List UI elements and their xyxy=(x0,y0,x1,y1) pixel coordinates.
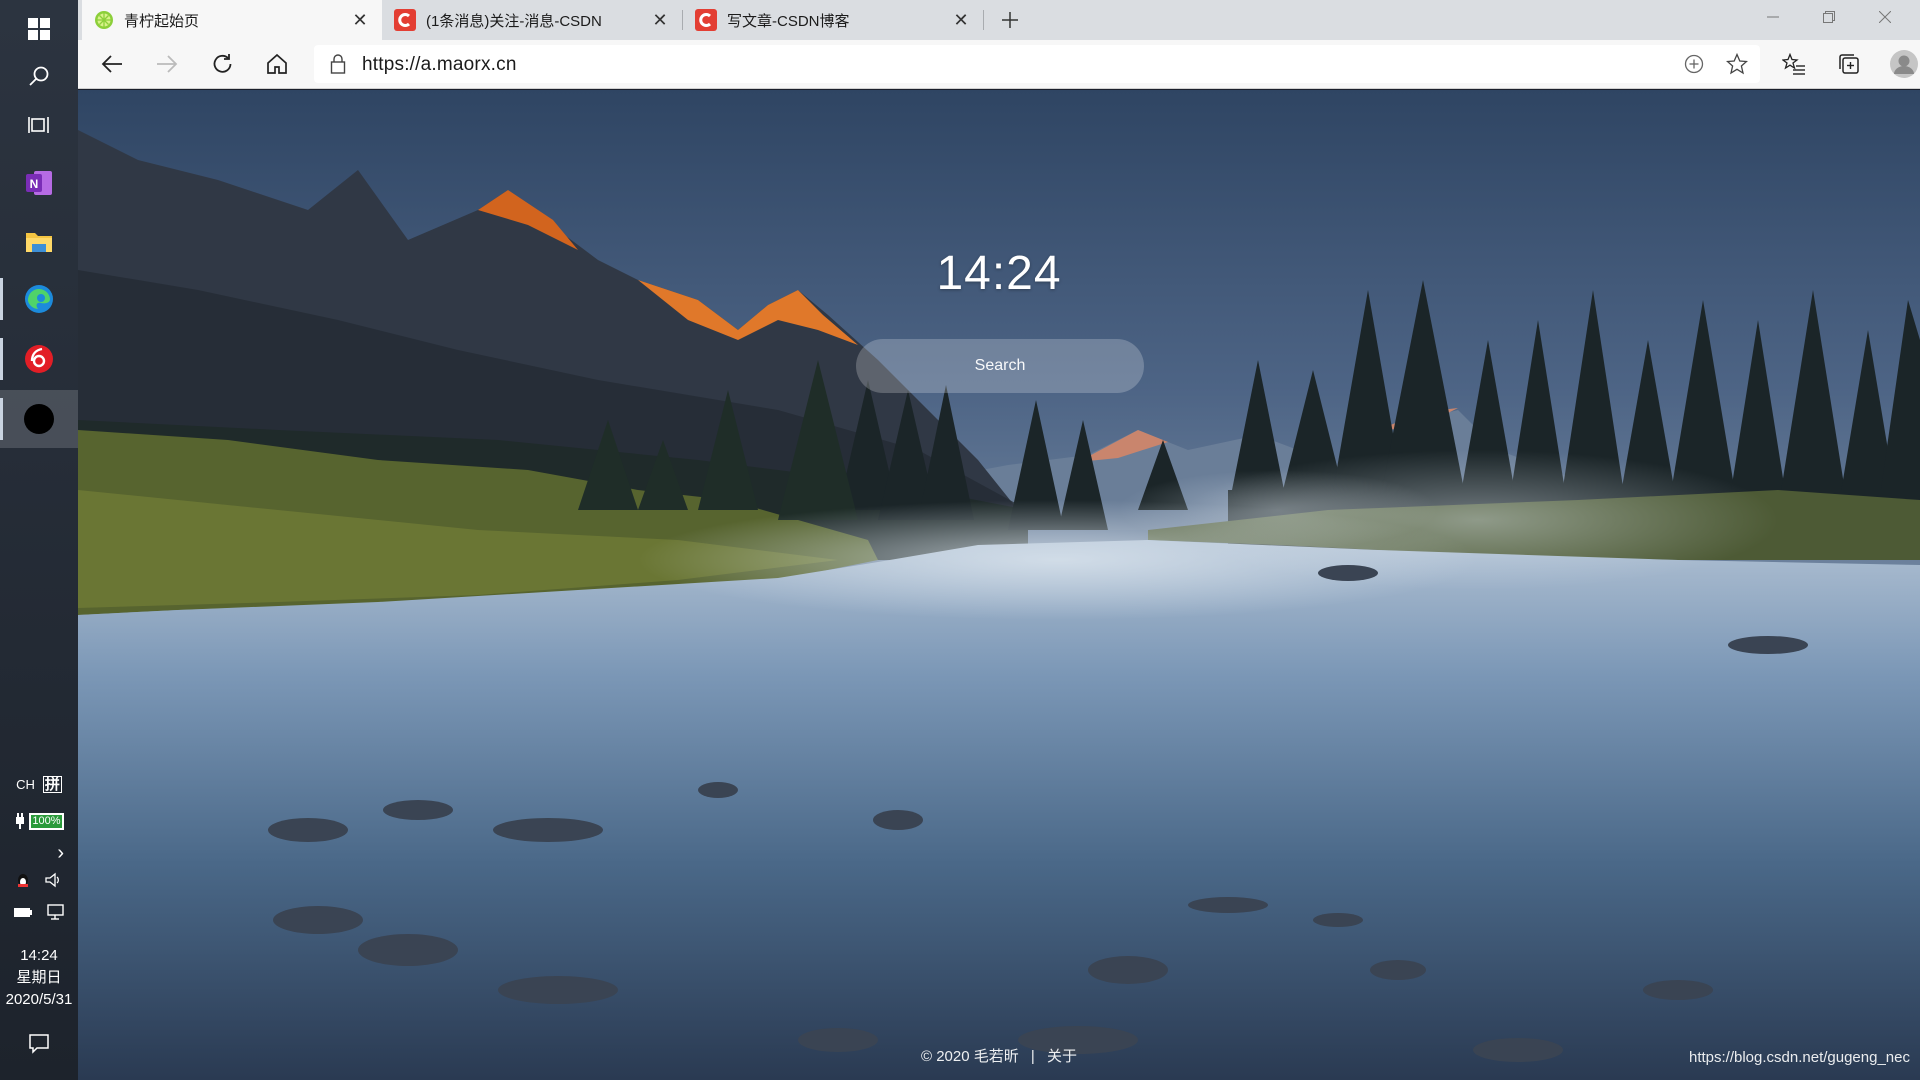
qq-penguin-icon[interactable] xyxy=(16,872,30,888)
onenote-icon: N xyxy=(26,171,52,195)
add-to-collection-icon[interactable] xyxy=(1684,54,1704,74)
notification-icon xyxy=(29,1034,49,1054)
tab-title: 写文章-CSDN博客 xyxy=(727,12,850,30)
favorites-list-icon xyxy=(1782,53,1805,75)
favorites-button[interactable] xyxy=(1774,44,1814,84)
footer-copyright: © 2020 毛若昕 xyxy=(920,1048,1019,1065)
close-window-button[interactable] xyxy=(1857,0,1913,34)
footer-separator: | xyxy=(1030,1048,1035,1065)
tab-qingning[interactable]: 青柠起始页 ✕ xyxy=(82,0,382,40)
system-clock[interactable]: 14:24 星期日 2020/5/31 xyxy=(0,945,78,1011)
background-landscape-image xyxy=(78,130,1920,1080)
search-icon xyxy=(29,66,49,86)
csdn-icon xyxy=(695,9,717,31)
plus-icon xyxy=(1002,12,1018,28)
minimize-button[interactable] xyxy=(1745,0,1801,34)
arrow-right-icon xyxy=(157,55,178,73)
taskbar: N CH 拼 100% › 14:24 星期日 2020/5/31 xyxy=(0,0,78,1080)
new-tab-button[interactable] xyxy=(990,0,1030,40)
collections-icon xyxy=(1839,54,1859,74)
task-view-icon xyxy=(28,117,49,133)
clock-time: 14:24 xyxy=(20,947,58,964)
page-viewport: 14:24 © 2020 毛若昕 | 关于 https://blog.csdn.… xyxy=(78,90,1920,1080)
battery-indicator[interactable]: 100% xyxy=(0,812,78,830)
tab-close-icon[interactable]: ✕ xyxy=(951,10,971,31)
url-text: https://a.maorx.cn xyxy=(362,54,517,75)
tab-title: (1条消息)关注-消息-CSDN xyxy=(426,12,602,30)
page-clock: 14:24 xyxy=(936,247,1062,300)
home-button[interactable] xyxy=(257,44,297,84)
browser-toolbar: https://a.maorx.cn xyxy=(78,40,1920,89)
footer-about-link[interactable]: 关于 xyxy=(1047,1048,1077,1065)
home-icon xyxy=(267,53,287,74)
lock-icon[interactable] xyxy=(330,54,346,74)
restore-button[interactable] xyxy=(1801,0,1857,34)
show-hidden-icons-button[interactable]: › xyxy=(0,842,78,865)
folder-icon xyxy=(26,233,52,252)
avatar-icon xyxy=(1890,50,1918,78)
forward-button[interactable] xyxy=(147,44,187,84)
watermark-text: https://blog.csdn.net/gugeng_nec xyxy=(1688,1049,1910,1066)
ime-mode: 拼 xyxy=(42,776,62,793)
tray-row-1 xyxy=(0,872,78,888)
svg-text:N: N xyxy=(30,177,39,191)
arrow-left-icon xyxy=(101,55,122,73)
tab-strip: 青柠起始页 ✕ (1条消息)关注-消息-CSDN ✕ 写文章-CSDN博客 ✕ xyxy=(78,0,1920,40)
music-icon xyxy=(25,345,53,373)
page-footer: © 2020 毛若昕 | 关于 xyxy=(78,1045,1920,1066)
clock-date: 2020/5/31 xyxy=(5,991,73,1008)
ime-indicator[interactable]: CH 拼 xyxy=(0,776,78,793)
profile-button[interactable] xyxy=(1884,44,1920,84)
windows-logo-icon xyxy=(28,18,50,40)
battery-level: 100% xyxy=(29,812,64,830)
tab-title: 青柠起始页 xyxy=(124,12,200,30)
tray-row-2 xyxy=(0,904,78,920)
close-icon xyxy=(1879,11,1891,23)
ime-label: CH xyxy=(16,777,35,792)
search-input[interactable] xyxy=(856,339,1144,393)
star-icon[interactable] xyxy=(1726,53,1748,75)
network-icon[interactable] xyxy=(45,904,65,920)
tab-close-icon[interactable]: ✕ xyxy=(350,10,370,31)
refresh-icon xyxy=(213,54,232,73)
tab-close-icon[interactable]: ✕ xyxy=(650,10,670,31)
edge-icon xyxy=(25,285,53,313)
black-circle-icon xyxy=(24,404,54,434)
file-explorer-app[interactable] xyxy=(0,212,78,270)
csdn-icon xyxy=(394,9,416,31)
onenote-app[interactable]: N xyxy=(0,154,78,212)
task-view-button[interactable] xyxy=(0,96,78,154)
collections-button[interactable] xyxy=(1829,44,1869,84)
minimize-icon xyxy=(1767,16,1779,18)
back-button[interactable] xyxy=(92,44,132,84)
active-app[interactable] xyxy=(0,390,78,448)
power-plug-icon xyxy=(16,813,25,829)
chevron-right-icon: › xyxy=(57,842,64,864)
battery-saver-icon[interactable] xyxy=(13,905,33,919)
lime-icon xyxy=(95,11,113,29)
edge-app[interactable] xyxy=(0,270,78,328)
tab-csdn-messages[interactable]: (1条消息)关注-消息-CSDN ✕ xyxy=(382,0,682,40)
refresh-button[interactable] xyxy=(202,44,242,84)
restore-icon xyxy=(1823,11,1835,23)
tab-separator xyxy=(983,10,984,30)
volume-icon[interactable] xyxy=(44,872,62,888)
netease-music-app[interactable] xyxy=(0,330,78,388)
tab-csdn-write[interactable]: 写文章-CSDN博客 ✕ xyxy=(683,0,983,40)
address-bar[interactable]: https://a.maorx.cn xyxy=(314,45,1760,83)
clock-weekday: 星期日 xyxy=(16,969,62,986)
action-center-button[interactable] xyxy=(0,1032,78,1057)
